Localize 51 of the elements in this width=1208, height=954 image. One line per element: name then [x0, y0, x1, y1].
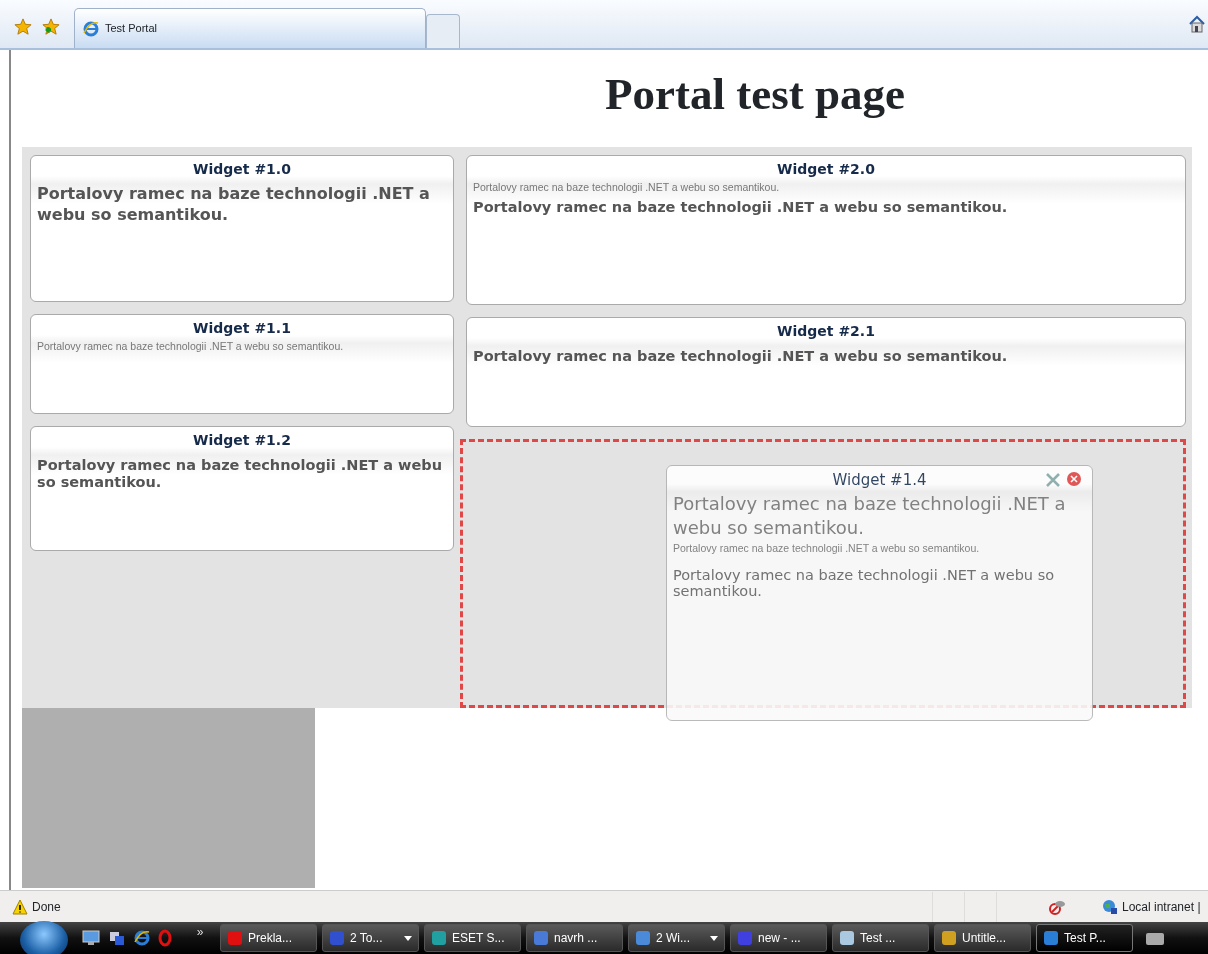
browser-icon [83, 20, 99, 37]
browser-tab[interactable]: Test Portal [74, 8, 426, 48]
keyboard-icon[interactable] [1146, 932, 1164, 945]
widget-text: Portalovy ramec na baze technologii .NET a webu so semantikou. [673, 567, 1056, 600]
globe-icon [1102, 898, 1118, 915]
widget-text: Portalovy ramec na baze technologii .NET a webu so semantikou. [37, 457, 444, 491]
widget-title: Widget #1.2 [192, 431, 292, 450]
taskbar-button[interactable]: Prekla... [220, 924, 317, 952]
widget-text: Portalovy ramec na baze technologii .NET a webu so semantikou. [37, 341, 345, 352]
favorites-icon[interactable] [14, 18, 32, 36]
taskbar-button[interactable]: Test ... [832, 924, 929, 952]
taskbar-button[interactable]: navrh ... [526, 924, 623, 952]
app-icon [941, 930, 957, 946]
warning-icon [12, 898, 28, 915]
app-icon [431, 930, 447, 946]
widget-text: Portalovy ramec na baze technologii .NET a webu so semantikou. [473, 182, 781, 193]
widget-title: Widget #1.4 [831, 470, 928, 490]
app-icon [1043, 930, 1059, 946]
close-icon[interactable] [1066, 471, 1082, 487]
widget-text: Portalovy ramec na baze technologii .NET a webu so semantikou. [473, 348, 1009, 365]
overflow-chevron[interactable]: » [185, 923, 215, 941]
taskbar-button[interactable]: 2 Wi... [628, 924, 725, 952]
taskbar-button[interactable]: new - ... [730, 924, 827, 952]
app-icon [329, 930, 345, 946]
app-icon [533, 930, 549, 946]
widget-title: Widget #1.0 [192, 160, 292, 179]
app-icon [737, 930, 753, 946]
taskbar-button[interactable]: Untitle... [934, 924, 1031, 952]
app-icon [635, 930, 651, 946]
widget-text: Portalovy ramec na baze technologii .NET a webu so semantikou. [673, 492, 1067, 541]
widget-title: Widget #1.1 [192, 319, 292, 338]
windows-icon[interactable] [108, 929, 126, 947]
widget-text: Portalovy ramec na baze technologii .NET a webu so semantikou. [37, 184, 431, 226]
widget-text: Portalovy ramec na baze technologii .NET a webu so semantikou. [673, 542, 981, 554]
browser-icon[interactable] [134, 930, 150, 946]
taskbar-button[interactable]: 2 To... [322, 924, 419, 952]
desktop-icon[interactable] [82, 930, 100, 946]
app-icon [839, 930, 855, 946]
home-icon[interactable] [1188, 14, 1206, 33]
page-title: Portal test page [604, 68, 906, 121]
taskbar-button[interactable]: ESET S... [424, 924, 521, 952]
widget-title: Widget #2.0 [776, 160, 876, 179]
status-text: Done [32, 898, 62, 916]
app-icon [227, 930, 243, 946]
opera-icon[interactable] [158, 929, 172, 947]
taskbar-button[interactable]: Test P... [1036, 924, 1133, 952]
add-favorite-icon[interactable] [42, 18, 60, 36]
zone-text: Local intranet | [1122, 898, 1201, 916]
start-button[interactable] [20, 921, 68, 954]
widget-title: Widget #2.1 [776, 322, 876, 341]
widget-text: Portalovy ramec na baze technologii .NET a webu so semantikou. [473, 199, 1009, 216]
